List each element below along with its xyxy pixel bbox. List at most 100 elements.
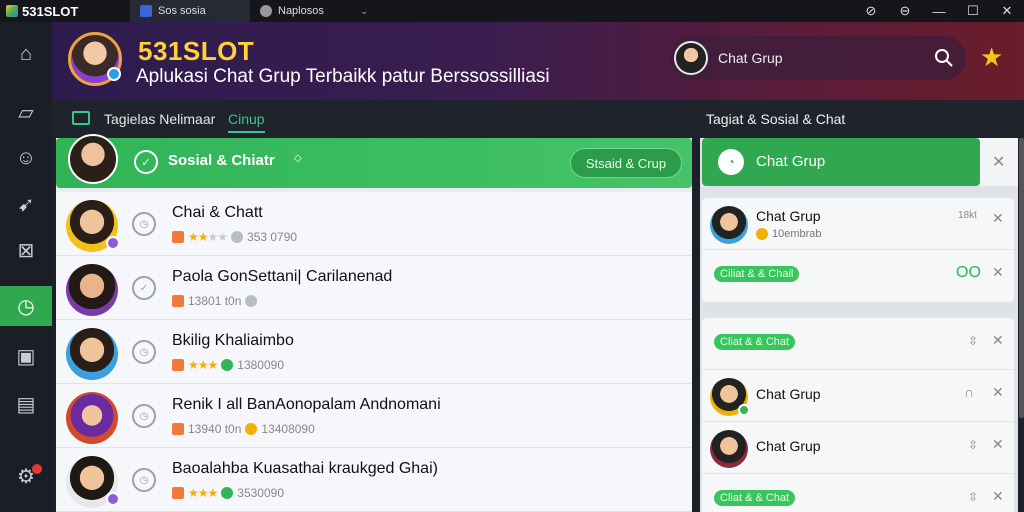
window-controls: ⊘ ⊖ — ☐ ✕ (854, 0, 1024, 22)
list-item[interactable]: ◷ Renik I all BanAonopalam Andnomani 139… (56, 384, 692, 448)
check-circle-icon[interactable]: ✓ (134, 150, 158, 174)
chevron-down-icon[interactable]: ◇ (294, 153, 302, 164)
select-circle-icon[interactable]: ✓ (132, 276, 156, 300)
note-icon[interactable]: ▣ (0, 336, 52, 376)
group-row[interactable]: Chat Grup ⇳ ✕ (702, 422, 1014, 474)
rating-stars: ★★★★ (188, 230, 228, 244)
home-icon[interactable]: ⌂ (0, 34, 52, 74)
close-icon[interactable]: ✕ (992, 488, 1004, 505)
chat-bubble-icon: ◔ (718, 149, 744, 175)
edit-icon[interactable]: ▱ (0, 92, 52, 132)
tab-social-chat[interactable]: Tagiat & Sosial & Chat (706, 111, 845, 127)
verified-icon (221, 487, 234, 499)
close-icon[interactable]: ✕ (992, 264, 1004, 281)
tab-app-icon (260, 5, 272, 17)
category-bar: ✓ Sosial & Chiatr ◇ Stsaid & Crup (56, 134, 692, 188)
chat-meta-text: 13940 t0n (188, 422, 242, 436)
group-header-button[interactable]: ◔ Chat Grup (702, 138, 980, 186)
clock-icon[interactable]: ◷ (0, 286, 52, 326)
close-icon[interactable]: ✕ (992, 210, 1004, 227)
bag-icon[interactable]: ▤ (0, 384, 52, 424)
chat-name: Paola GonSettani| Carilanenad (172, 268, 393, 285)
select-circle-icon[interactable]: ◷ (132, 468, 156, 492)
notification-badge (32, 464, 42, 474)
calendar-icon (172, 231, 184, 243)
avatar (68, 134, 118, 184)
chat-meta-text: 13801 t0n (188, 294, 242, 308)
chat-meta: ★★★★ 353 0790 (172, 230, 297, 244)
brand-avatar[interactable] (68, 32, 122, 86)
sidebar: ⌂ ▱ ☺ ➹ ⊠ ◷ ▣ ▤ ⚙ (0, 22, 52, 512)
tag-pill[interactable]: Ciliat & & Chail (714, 266, 800, 282)
minimize-button[interactable]: — (922, 0, 956, 22)
maximize-button[interactable]: ☐ (956, 0, 990, 22)
chat-name: Bkilig Khaliaimbo (172, 332, 294, 349)
app-cube-icon (6, 5, 18, 17)
calendar-icon (172, 359, 184, 371)
group-sub-text: 10embrab (772, 228, 822, 240)
chat-name: Chai & Chatt (172, 204, 263, 221)
pin-icon[interactable]: ⇳ (968, 438, 978, 452)
group-side-panel: ◔ Chat Grup ✕ Chat Grup 10embrab 18kt ✕ … (700, 138, 1018, 512)
chat-meta: ★★★ 1380090 (172, 358, 284, 372)
menu-icon[interactable] (72, 111, 90, 125)
close-icon[interactable]: ✕ (992, 332, 1004, 349)
close-icon[interactable]: ✕ (992, 436, 1004, 453)
group-row[interactable]: Cliat & & Chat ⇳ ✕ (702, 474, 1014, 512)
list-item[interactable]: ◷ Baoalahba Kuasathai kraukged Ghai) ★★★… (56, 448, 692, 512)
chat-name: Baoalahba Kuasathai kraukged Ghai) (172, 460, 438, 477)
rating-stars: ★★★ (188, 486, 218, 500)
pin-icon[interactable]: ⇳ (968, 334, 978, 348)
tag-pill[interactable]: Cliat & & Chat (714, 490, 796, 506)
headset-icon[interactable]: ∩ (964, 384, 974, 400)
chevron-down-icon[interactable]: ⌄ (360, 6, 368, 17)
scrollbar[interactable] (1019, 138, 1024, 418)
group-row[interactable]: Chat Grup ∩ ✕ (702, 370, 1014, 422)
tab-app-icon (140, 5, 152, 17)
select-circle-icon[interactable]: ◷ (132, 212, 156, 236)
chat-meta: 13801 t0n (172, 294, 258, 308)
select-circle-icon[interactable]: ◷ (132, 340, 156, 364)
group-row[interactable]: Cliat & & Chat ⇳ ✕ (702, 318, 1014, 370)
status-badge (106, 236, 120, 250)
list-item[interactable]: ◷ Chai & Chatt ★★★★ 353 0790 (56, 192, 692, 256)
pin-icon[interactable]: ➹ (0, 184, 52, 224)
group-row[interactable]: Chat Grup 10embrab 18kt ✕ (702, 198, 1014, 250)
browser-tab-1[interactable]: Sos sosia (130, 0, 250, 22)
select-circle-icon[interactable]: ◷ (132, 404, 156, 428)
avatar (710, 378, 750, 416)
group-row[interactable]: Ciliat & & Chail OO ✕ (702, 250, 1014, 302)
app-name: 531SLOT (22, 3, 79, 19)
avatar (66, 392, 118, 444)
coin-icon (756, 228, 768, 240)
search-icon[interactable] (934, 48, 954, 68)
tag-pill[interactable]: Cliat & & Chat (714, 334, 796, 350)
group-button[interactable]: Stsaid & Crup (570, 148, 682, 178)
verified-icon (221, 359, 234, 371)
search-box[interactable]: Chat Grup (670, 36, 966, 80)
settings-icon[interactable]: ⚙ (0, 456, 52, 496)
list-item[interactable]: ✓ Paola GonSettani| Carilanenad 13801 t0… (56, 256, 692, 320)
close-window-button[interactable]: ✕ (990, 0, 1024, 22)
list-item[interactable]: ◷ Bkilig Khaliaimbo ★★★ 1380090 (56, 320, 692, 384)
close-icon[interactable]: ✕ (992, 384, 1004, 401)
group-icon (245, 295, 258, 307)
settings-window-icon[interactable]: ⊖ (888, 0, 922, 22)
avatar (66, 264, 118, 316)
chat-meta: 13940 t0n 13408090 (172, 422, 315, 436)
avatar (66, 328, 118, 380)
star-icon[interactable]: ★ (980, 42, 1003, 73)
browser-tab-2[interactable]: Naplosos ⌄ (250, 0, 378, 22)
avatar (710, 206, 748, 244)
search-window-icon[interactable]: ⊘ (854, 0, 888, 22)
tab-group[interactable]: Cinup (228, 111, 265, 133)
close-icon[interactable]: ✕ (992, 152, 1005, 172)
side-panel-header: ◔ Chat Grup ✕ (702, 138, 1018, 186)
inbox-icon[interactable]: ⊠ (0, 230, 52, 270)
app-header: 531SLOT Aplukasi Chat Grup Terbaikk patu… (52, 22, 1024, 100)
user-icon[interactable]: ☺ (0, 138, 52, 178)
sub-navigation: Tagielas Nelimaar Cinup Tagiat & Sosial … (52, 100, 1024, 138)
chat-list-panel: ✓ Sosial & Chiatr ◇ Stsaid & Crup ◷ Chai… (56, 134, 692, 512)
pin-icon[interactable]: ⇳ (968, 490, 978, 504)
tab-messages[interactable]: Tagielas Nelimaar (104, 111, 215, 127)
